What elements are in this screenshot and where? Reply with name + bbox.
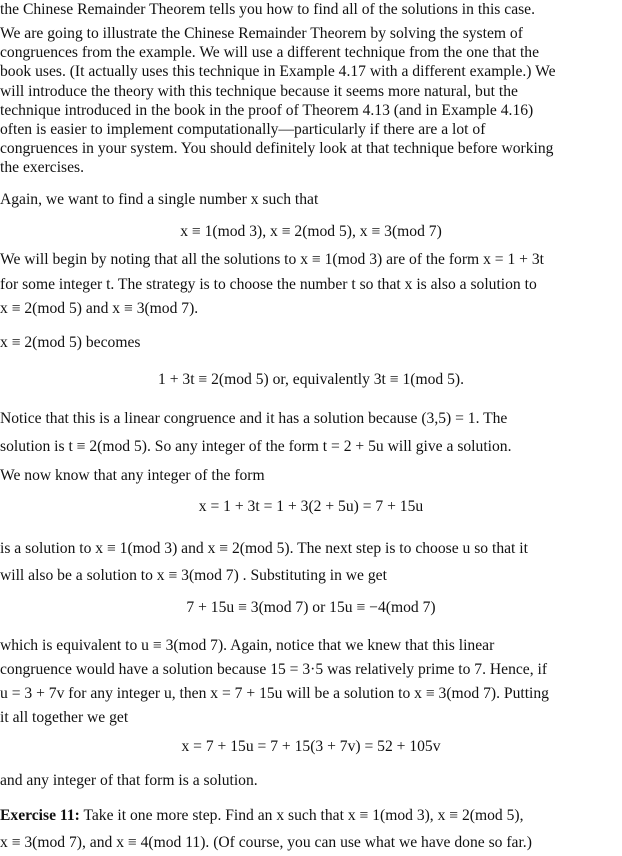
equation-x-in-u: x = 1 + 3t = 1 + 3(2 + 5u) = 7 + 15u [198,498,424,515]
text-line: x ≡ 2(mod 5) and x ≡ 3(mod 7). [0,300,199,317]
text-line: it all together we get [0,709,129,726]
paragraph-equivalent: which is equivalent to u ≡ 3(mod 7). Aga… [0,634,622,730]
paragraph-again: Again, we want to find a single number x… [0,191,319,208]
text-line: technique introduced in the book in the … [0,101,534,119]
paragraph-next-step: is a solution to x ≡ 1(mod 3) and x ≡ 2(… [0,535,622,589]
text-line: Notice that this is a linear congruence … [0,410,508,427]
exercise-11: Exercise 11: Take it one more step. Find… [0,802,622,856]
text-line: is a solution to x ≡ 1(mod 3) and x ≡ 2(… [0,540,528,557]
equation-system: x ≡ 1(mod 3), x ≡ 2(mod 5), x ≡ 3(mod 7) [180,223,442,240]
paragraph-becomes: x ≡ 2(mod 5) becomes [0,334,141,351]
text-line: book uses. (It actually uses this techni… [0,63,556,81]
exercise-label: Exercise 11: [0,807,80,824]
paragraph-begin: We will begin by noting that all the sol… [0,248,622,321]
equation-substitution: 7 + 15u ≡ 3(mod 7) or 15u ≡ −4(mod 7) [186,599,436,616]
text-line: the exercises. [0,159,84,177]
equation-linear-congruence: 1 + 3t ≡ 2(mod 5) or, equivalently 3t ≡ … [158,371,464,388]
text-line: often is easier to implement computation… [0,120,486,138]
text-line: will also be a solution to x ≡ 3(mod 7) … [0,567,387,584]
text-line: We are going to illustrate the Chinese R… [0,25,523,42]
paragraph-now-know: We now know that any integer of the form [0,467,265,484]
text-line: congruence would have a solution because… [0,661,548,678]
text-line: for some integer t. The strategy is to c… [0,276,537,293]
paragraph-any-integer: and any integer of that form is a soluti… [0,772,258,789]
text-line: congruences in your system. You should d… [0,140,554,158]
text-line: We will begin by noting that all the sol… [0,251,544,268]
text-line: solution is t ≡ 2(mod 5). So any integer… [0,438,512,455]
equation-final-solution: x = 7 + 15u = 7 + 15(3 + 7v) = 52 + 105v [181,738,441,755]
exercise-line: Exercise 11: Take it one more step. Find… [0,802,622,829]
text-line: congruences from the example. We will us… [0,44,539,62]
text-line: which is equivalent to u ≡ 3(mod 7). Aga… [0,637,495,654]
text-line: u = 3 + 7v for any integer u, then x = 7… [0,685,549,702]
paragraph-illustration: We are going to illustrate the Chinese R… [0,24,622,178]
exercise-line: x ≡ 3(mod 7), and x ≡ 4(mod 11). (Of cou… [0,834,532,851]
paragraph-notice: Notice that this is a linear congruence … [0,405,622,461]
exercise-text: Take it one more step. Find an x such th… [79,807,524,824]
paragraph-intro-continuation: the Chinese Remainder Theorem tells you … [0,1,535,18]
text-line: will introduce the theory with this tech… [0,82,518,100]
